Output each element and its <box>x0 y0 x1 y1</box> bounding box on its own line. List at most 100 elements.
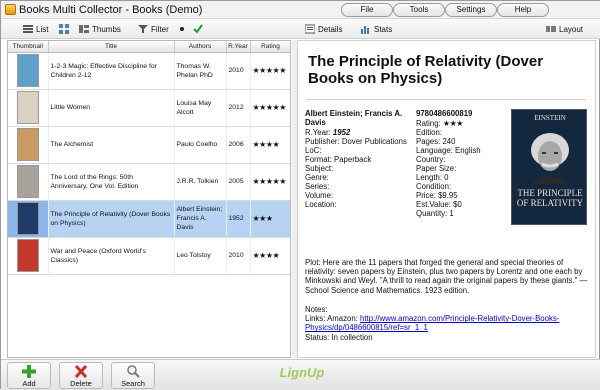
col-title[interactable]: Title <box>48 41 175 53</box>
menu-tools[interactable]: Tools <box>393 3 445 17</box>
thumbs-icon <box>79 24 89 34</box>
thumbnail-cell <box>8 52 49 90</box>
thumbnail-cell <box>8 89 49 127</box>
detail-notes: Notes: Links: Amazon: http://www.amazon.… <box>305 305 590 342</box>
table-row[interactable]: The Alchemist Paulo Coelho 2006 ★★★★ <box>8 126 290 164</box>
detail-ryear: R.Year: 1952 <box>305 128 350 137</box>
thumbs-view-button[interactable]: Thumbs <box>79 22 121 36</box>
detail-status: Status: In collection <box>305 332 373 342</box>
delete-button[interactable]: Delete <box>59 362 103 389</box>
detail-papersize: Paper Size: <box>416 164 457 173</box>
detail-quantity: Quantity: 1 <box>416 209 454 218</box>
grid-icon-button[interactable] <box>59 22 69 36</box>
year-cell: 1952 <box>226 200 251 238</box>
detail-location: Location: <box>305 200 337 209</box>
detail-plot: Plot: Here are the 11 papers that forged… <box>305 258 588 295</box>
list-view-button[interactable]: List <box>23 22 48 36</box>
detail-format: Format: Paperback <box>305 155 372 164</box>
rating-stars: ★★★ <box>442 119 464 128</box>
title-cell: 1-2-3 Magic: Effective Discipline for Ch… <box>48 52 175 90</box>
detail-edition: Edition: <box>416 128 443 137</box>
details-label: Details <box>318 24 343 34</box>
details-panel: The Principle of Relativity (Dover Books… <box>297 40 596 358</box>
authors-cell: Louisa May Alcott <box>174 89 227 127</box>
book-cover-thumbnail <box>16 239 39 272</box>
einstein-portrait <box>531 133 569 184</box>
cover-image: EINSTEIN THE PRINCIPLE OF RELATIVITY <box>511 109 587 225</box>
menu-file[interactable]: File <box>341 3 393 17</box>
add-button[interactable]: Add <box>7 362 51 389</box>
detail-title: The Principle of Relativity (Dover Books… <box>308 53 544 87</box>
year-cell: 2006 <box>226 126 251 164</box>
table-row[interactable]: The Lord of the Rings: 50th Anniversary,… <box>8 163 290 201</box>
filter-button[interactable]: Filter <box>138 22 169 36</box>
table-row[interactable]: Little Women Louisa May Alcott 2012 ★★★★★ <box>8 89 290 127</box>
col-authors[interactable]: Authors <box>174 41 227 53</box>
col-thumbnail[interactable]: Thumbnail <box>8 41 49 53</box>
year-cell: 2010 <box>226 52 251 90</box>
filter-label: Filter <box>151 24 169 34</box>
detail-country: Country: <box>416 155 446 164</box>
year-cell: 2012 <box>226 89 251 127</box>
table-row[interactable]: 1-2-3 Magic: Effective Discipline for Ch… <box>8 52 290 90</box>
thumbnail-cell <box>8 163 49 201</box>
menu-settings[interactable]: Settings <box>445 3 497 17</box>
table-row[interactable]: The Principle of Relativity (Dover Books… <box>8 200 290 238</box>
detail-isbn: 9780486600819 <box>416 109 473 118</box>
detail-series: Series: <box>305 182 330 191</box>
app-icon <box>5 4 16 15</box>
detail-price: Price: $9.95 <box>416 191 458 200</box>
detail-pages: Pages: 240 <box>416 137 456 146</box>
rating-cell: ★★★★★ <box>250 89 290 127</box>
book-cover-thumbnail <box>16 54 39 87</box>
book-cover-thumbnail <box>16 165 39 198</box>
notes-label: Notes: <box>305 305 328 314</box>
title-bar: Books Multi Collector - Books (Demo) Fil… <box>1 1 600 19</box>
rating-cell: ★★★★★ <box>250 163 290 201</box>
stats-button[interactable]: Stats <box>361 22 392 36</box>
ryear-value: 1952 <box>332 128 351 137</box>
divider <box>306 99 586 100</box>
search-button[interactable]: Search <box>111 362 155 389</box>
book-cover-thumbnail <box>16 202 39 235</box>
search-label: Search <box>121 379 145 388</box>
rating-cell: ★★★★ <box>250 126 290 164</box>
col-ryear[interactable]: R.Year <box>226 41 251 53</box>
list-icon <box>23 24 33 34</box>
detail-genre: Genre: <box>305 173 329 182</box>
layout-icon <box>546 24 556 34</box>
title-cell: War and Peace (Oxford World's Classics) <box>48 237 175 275</box>
table-row[interactable]: War and Peace (Oxford World's Classics) L… <box>8 237 290 275</box>
lignup-logo: LignUp <box>279 365 325 380</box>
book-table: Thumbnail Title Authors R.Year Rating 1-… <box>8 41 290 275</box>
check-button[interactable] <box>193 22 203 36</box>
details-button[interactable]: Details <box>305 22 342 36</box>
list-label: List <box>36 24 49 34</box>
detail-length: Length: 0 <box>416 173 449 182</box>
detail-rating: Rating: ★★★ <box>416 119 463 128</box>
rating-cell: ★★★ <box>250 200 290 238</box>
stats-icon <box>361 24 371 34</box>
ryear-label: R.Year: <box>305 128 331 137</box>
layout-button[interactable]: Layout <box>546 22 583 36</box>
detail-loc: LoC: <box>305 146 322 155</box>
thumbnail-cell <box>8 126 49 164</box>
cover-author: EINSTEIN <box>534 114 566 122</box>
title-cell: Little Women <box>48 89 175 127</box>
thumbnail-cell <box>8 200 49 238</box>
dot-icon <box>180 27 184 31</box>
book-list-panel: Thumbnail Title Authors R.Year Rating 1-… <box>7 40 291 358</box>
authors-cell: Albert Einstein; Francis A. Davis <box>174 200 227 238</box>
authors-cell: Thomas W. Phelan PhD <box>174 52 227 90</box>
dot-button[interactable] <box>180 22 184 36</box>
window-title: Books Multi Collector - Books (Demo) <box>19 4 203 16</box>
title-cell: The Lord of the Rings: 50th Anniversary,… <box>48 163 175 201</box>
cover-title: THE PRINCIPLE OF RELATIVITY <box>516 188 584 208</box>
grid-icon <box>59 24 69 34</box>
menu-help[interactable]: Help <box>497 3 549 17</box>
authors-cell: J.R.R. Tolkien <box>174 163 227 201</box>
add-label: Add <box>22 379 36 388</box>
col-rating[interactable]: Rating <box>250 41 290 53</box>
app-window: Books Multi Collector - Books (Demo) Fil… <box>0 0 600 390</box>
detail-publisher: Publisher: Dover Publications <box>305 137 407 146</box>
